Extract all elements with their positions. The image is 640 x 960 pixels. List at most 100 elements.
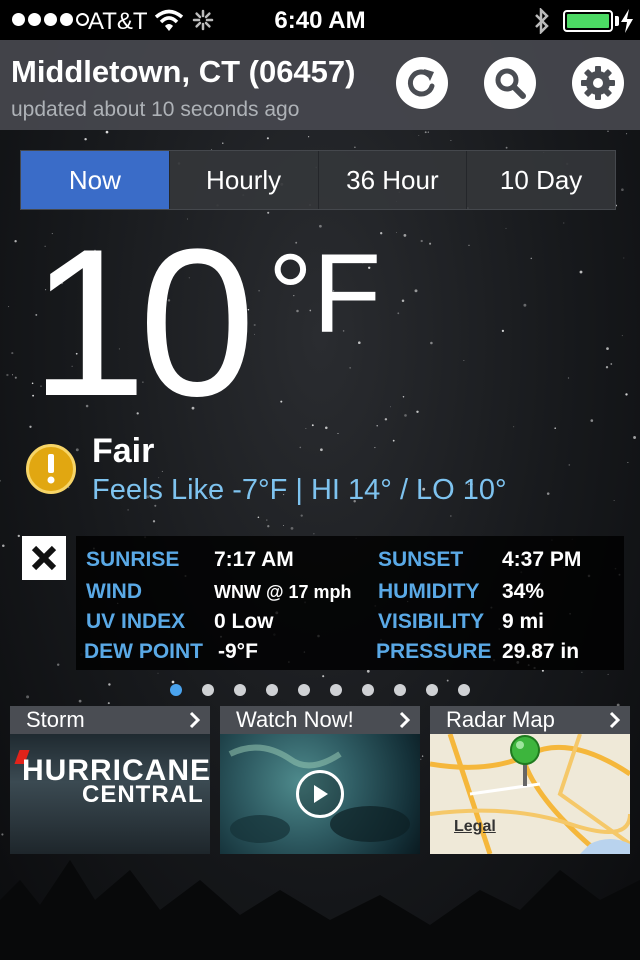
storm-card-title: Storm	[26, 707, 85, 732]
star	[424, 131, 427, 134]
star	[606, 347, 609, 350]
video-thumbnail[interactable]	[220, 734, 420, 854]
star	[581, 671, 583, 673]
star	[254, 333, 255, 335]
tab-36-hour[interactable]: 36 Hour	[317, 151, 467, 209]
star	[429, 242, 432, 245]
page-dot[interactable]	[266, 684, 278, 696]
star	[1, 833, 4, 836]
watch-now-card[interactable]: Watch Now!	[220, 706, 420, 854]
tab-hourly[interactable]: Hourly	[168, 151, 318, 209]
chevron-right-icon	[609, 711, 621, 729]
page-dot[interactable]	[234, 684, 246, 696]
humidity-label: HUMIDITY	[378, 580, 480, 603]
wind-label: WIND	[86, 580, 142, 603]
sunrise-value: 7:17 AM	[214, 548, 294, 571]
watch-card-title: Watch Now!	[236, 707, 354, 732]
star	[421, 755, 424, 757]
exclamation-icon[interactable]	[26, 444, 76, 494]
star	[11, 352, 14, 355]
star	[2, 544, 5, 548]
star	[127, 509, 129, 511]
hurricane-central-thumbnail[interactable]: HURRICANE CENTRAL	[10, 734, 210, 854]
star	[267, 525, 270, 528]
star	[354, 146, 356, 149]
page-dot[interactable]	[298, 684, 310, 696]
star	[450, 139, 452, 142]
page-dot[interactable]	[426, 684, 438, 696]
forecast-tabs: Now Hourly 36 Hour 10 Day	[20, 150, 616, 210]
star	[546, 492, 550, 495]
star	[14, 240, 17, 243]
sunset-label: SUNSET	[378, 548, 464, 571]
tree-silhouette	[0, 860, 640, 960]
star	[319, 224, 322, 228]
star	[401, 299, 405, 302]
star	[590, 419, 594, 422]
page-indicator[interactable]	[170, 684, 470, 696]
star	[14, 376, 17, 379]
status-bar: AT&T 6:40 AM	[0, 0, 640, 40]
play-button[interactable]	[296, 770, 344, 818]
page-dot[interactable]	[170, 684, 182, 696]
tab-10-day[interactable]: 10 Day	[466, 151, 615, 209]
tab-now[interactable]: Now	[21, 151, 169, 209]
uv-index-value: 0 Low	[214, 610, 274, 633]
star	[161, 470, 163, 472]
location-title[interactable]: Middletown, CT (06457)	[11, 54, 355, 90]
star	[56, 663, 60, 666]
star	[266, 137, 269, 140]
settings-button[interactable]	[572, 57, 624, 109]
star	[6, 373, 9, 377]
map-legal-link[interactable]: Legal	[454, 818, 496, 836]
star	[11, 374, 14, 376]
star	[468, 244, 470, 246]
star	[374, 447, 376, 449]
page-dot[interactable]	[330, 684, 342, 696]
star	[554, 427, 557, 430]
humidity-value: 34%	[502, 580, 545, 603]
star	[311, 424, 314, 427]
page-dot[interactable]	[458, 684, 470, 696]
storm-card-header[interactable]: Storm	[10, 706, 210, 734]
watch-card-header[interactable]: Watch Now!	[220, 706, 420, 734]
charging-bolt-icon	[621, 9, 633, 33]
pressure-label: PRESSURE	[376, 640, 492, 663]
star	[414, 289, 418, 293]
page-dot[interactable]	[394, 684, 406, 696]
current-temperature: 10	[30, 205, 256, 440]
star	[258, 289, 260, 292]
star	[563, 222, 565, 224]
feels-like-text: Feels Like -7°F | HI 14° / LO 10°	[92, 474, 507, 506]
star	[627, 462, 629, 464]
star	[623, 257, 625, 259]
close-details-button[interactable]	[22, 536, 66, 580]
radar-card-header[interactable]: Radar Map	[430, 706, 630, 734]
star	[26, 695, 30, 699]
star	[349, 367, 351, 369]
radar-map-thumbnail[interactable]: Legal	[430, 734, 630, 854]
star	[446, 679, 449, 682]
refresh-button[interactable]	[396, 57, 448, 109]
page-dot[interactable]	[362, 684, 374, 696]
bluetooth-icon	[535, 8, 549, 34]
radar-map-card[interactable]: Radar Map Legal	[430, 706, 630, 854]
storm-card[interactable]: Storm HURRICANE CENTRAL	[10, 706, 210, 854]
search-button[interactable]	[484, 57, 536, 109]
map-pin-icon	[510, 735, 540, 786]
chevron-right-icon	[189, 711, 201, 729]
star	[257, 516, 260, 519]
star	[105, 130, 109, 134]
star	[621, 335, 623, 337]
star	[267, 211, 270, 214]
star	[579, 270, 583, 274]
page-dot[interactable]	[202, 684, 214, 696]
sunrise-label: SUNRISE	[86, 548, 180, 571]
star	[322, 675, 325, 678]
star	[305, 428, 307, 430]
star	[308, 136, 310, 138]
star	[567, 377, 570, 379]
star	[463, 359, 465, 361]
star	[290, 527, 294, 530]
star	[530, 257, 533, 260]
